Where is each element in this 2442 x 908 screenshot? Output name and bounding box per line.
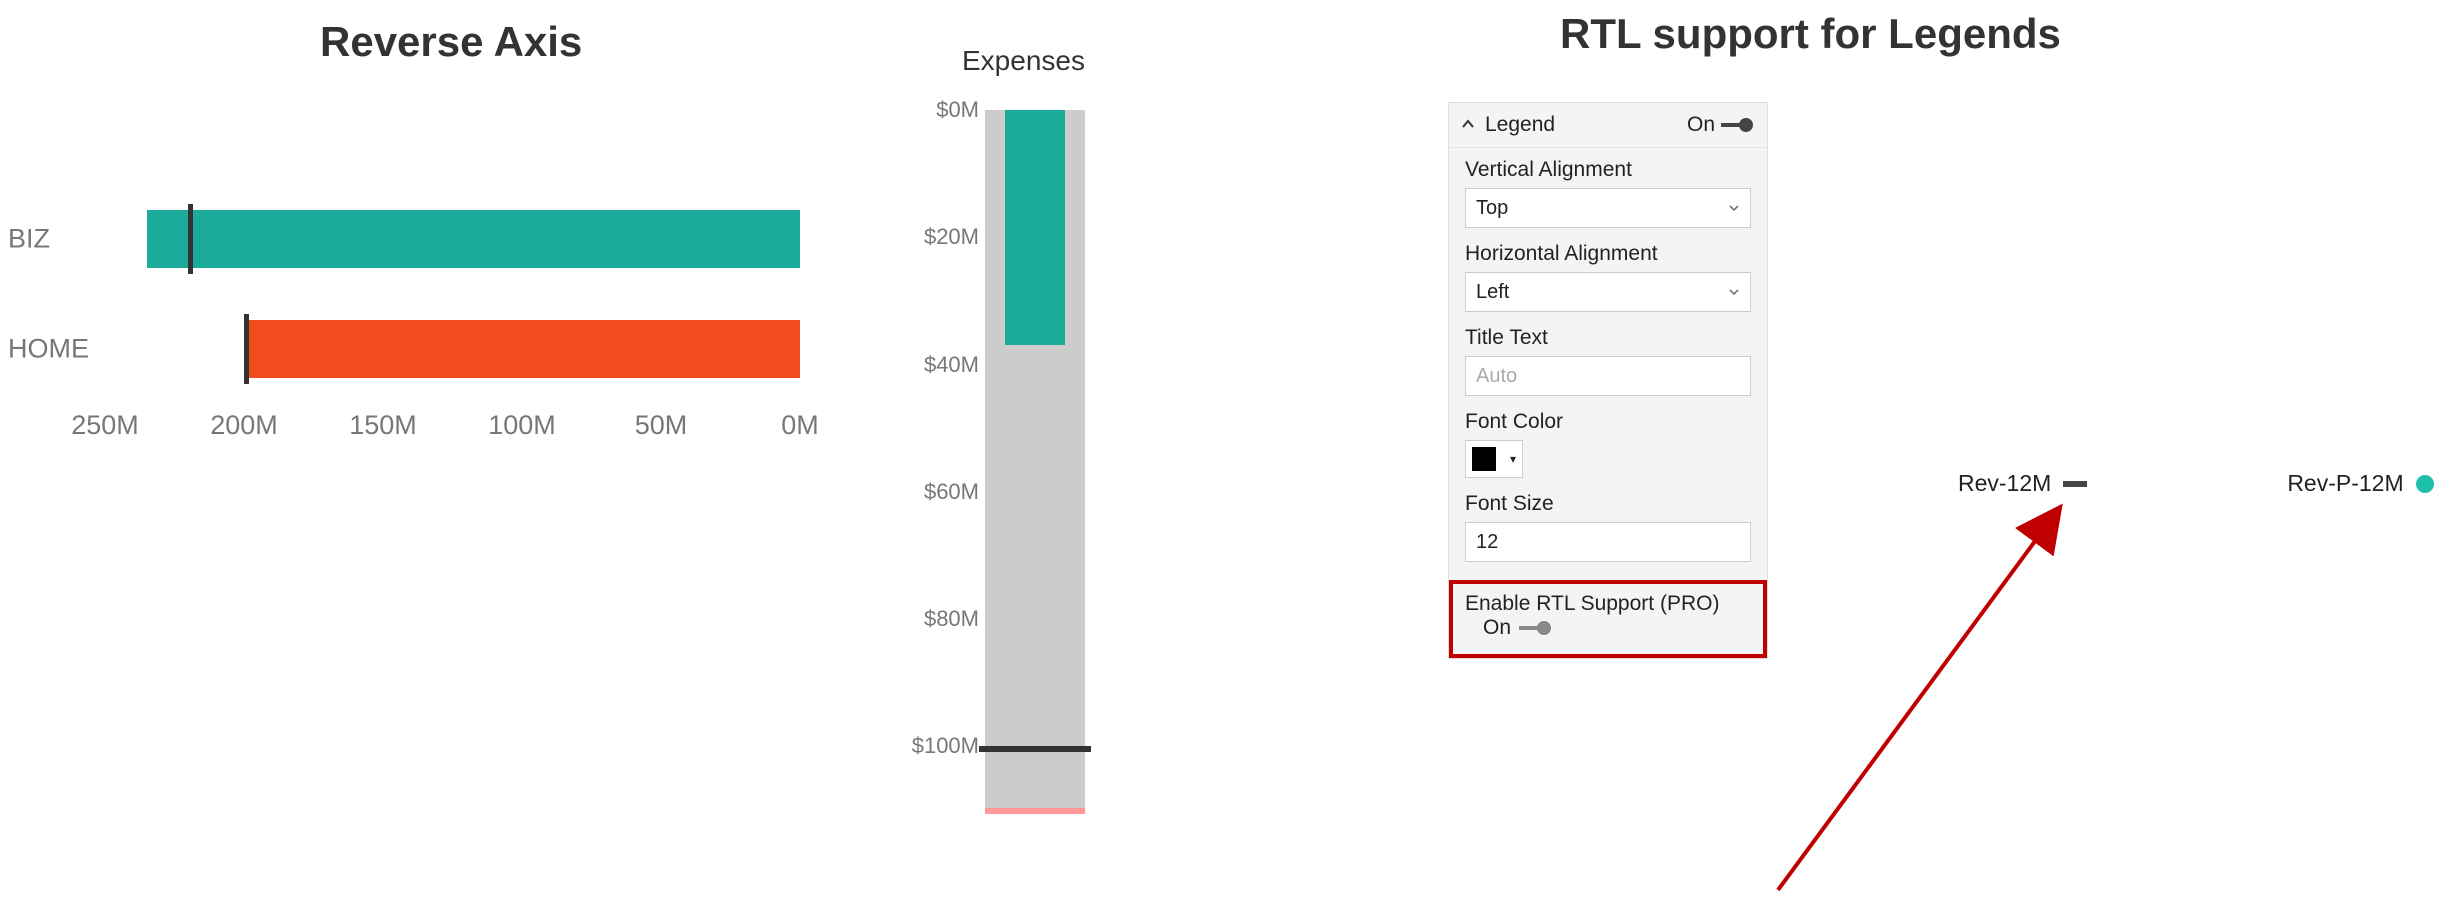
vchart-tick: $100M — [912, 733, 979, 759]
section-title-reverse-axis: Reverse Axis — [320, 18, 582, 66]
expenses-chart: $0M $20M $40M $60M $80M $100M — [900, 110, 1120, 830]
vchart-bar-area — [985, 110, 1085, 810]
legend-dot-icon — [2416, 475, 2434, 493]
hbar-row-home: HOME — [0, 320, 820, 378]
legend-item-label: Rev-12M — [1958, 470, 2051, 497]
hbar-axis: 250M 200M 150M 100M 50M 0M — [105, 410, 800, 450]
chevron-down-icon — [1728, 281, 1740, 304]
legend-properties-panel: Legend On Vertical Alignment Top Horizon… — [1448, 102, 1768, 659]
hbar-bar-home — [244, 320, 800, 378]
hbar-label-home: HOME — [0, 334, 95, 365]
reverse-axis-chart: BIZ HOME 250M 200M 150M 100M 50M 0M — [0, 160, 820, 480]
legend-preview: Rev-12M Rev-P-12M — [1958, 470, 2434, 497]
font-color-swatch — [1472, 447, 1496, 471]
vertical-alignment-select[interactable]: Top — [1465, 188, 1751, 228]
font-color-label: Font Color — [1465, 410, 1751, 434]
hbar-tick: 0M — [781, 410, 819, 441]
vchart-actual-bar — [1005, 110, 1065, 345]
legend-item-label: Rev-P-12M — [2287, 470, 2403, 497]
rtl-support-highlight-box: Enable RTL Support (PRO) On — [1449, 580, 1767, 658]
title-text-label: Title Text — [1465, 326, 1751, 350]
title-text-input[interactable]: Auto — [1465, 356, 1751, 396]
rtl-support-toggle[interactable] — [1519, 626, 1549, 630]
hbar-row-biz: BIZ — [0, 210, 820, 268]
vchart-target-marker — [979, 746, 1091, 752]
rtl-toggle-state-label: On — [1483, 616, 1511, 640]
section-title-rtl-legends: RTL support for Legends — [1560, 10, 2061, 58]
annotation-arrow — [1768, 500, 2068, 900]
hbar-marker-biz — [188, 204, 193, 274]
font-size-value: 12 — [1476, 531, 1498, 554]
vertical-alignment-value: Top — [1476, 197, 1508, 220]
hbar-tick: 50M — [635, 410, 688, 441]
horizontal-alignment-label: Horizontal Alignment — [1465, 242, 1751, 266]
vchart-tick: $20M — [924, 224, 979, 250]
hbar-tick: 200M — [210, 410, 278, 441]
chevron-down-icon — [1728, 197, 1740, 220]
title-text-placeholder: Auto — [1476, 365, 1517, 388]
caret-down-icon: ▾ — [1510, 452, 1516, 466]
vertical-alignment-label: Vertical Alignment — [1465, 158, 1751, 182]
horizontal-alignment-value: Left — [1476, 281, 1509, 304]
font-size-input[interactable]: 12 — [1465, 522, 1751, 562]
font-color-picker[interactable]: ▾ — [1465, 440, 1523, 478]
panel-header-legend[interactable]: Legend On — [1449, 103, 1767, 148]
toggle-state-label: On — [1687, 113, 1715, 137]
vchart-tick: $80M — [924, 606, 979, 632]
hbar-tick: 150M — [349, 410, 417, 441]
expenses-chart-title: Expenses — [962, 45, 1085, 77]
hbar-label-biz: BIZ — [0, 224, 95, 255]
hbar-bar-biz — [147, 210, 800, 268]
chevron-up-icon — [1461, 113, 1475, 137]
panel-header-label: Legend — [1485, 113, 1555, 137]
legend-item-rev12m: Rev-12M — [1958, 470, 2087, 497]
legend-item-revp12m: Rev-P-12M — [2287, 470, 2433, 497]
font-size-label: Font Size — [1465, 492, 1751, 516]
rtl-support-label: Enable RTL Support (PRO) — [1465, 592, 1751, 616]
vchart-tick: $40M — [924, 352, 979, 378]
legend-dash-icon — [2063, 481, 2087, 487]
vchart-tick: $60M — [924, 479, 979, 505]
hbar-tick: 100M — [488, 410, 556, 441]
legend-toggle[interactable]: On — [1687, 113, 1751, 137]
hbar-tick: 250M — [71, 410, 139, 441]
vchart-tick: $0M — [936, 97, 979, 123]
hbar-marker-home — [244, 314, 249, 384]
vchart-axis: $0M $20M $40M $60M $80M $100M — [900, 110, 985, 810]
vchart-limit-line — [985, 808, 1085, 814]
horizontal-alignment-select[interactable]: Left — [1465, 272, 1751, 312]
